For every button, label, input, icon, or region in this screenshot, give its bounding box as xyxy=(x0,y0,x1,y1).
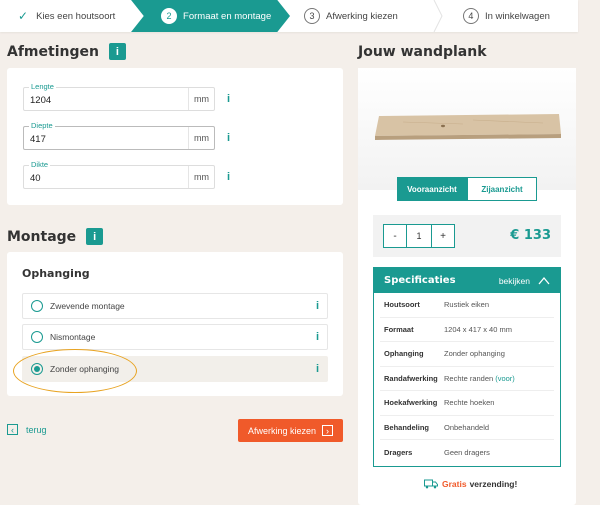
step-label: Formaat en montage xyxy=(183,10,272,22)
step-number: 3 xyxy=(304,8,321,24)
thickness-field[interactable]: Dikte 40 mm xyxy=(23,160,215,189)
chevron-up-icon[interactable] xyxy=(538,276,550,286)
increase-button[interactable]: + xyxy=(431,224,455,248)
dimensions-card: Lengte 1204 mm i Diepte 417 mm i Dikte 4… xyxy=(7,68,343,205)
spec-row: Houtsoort Rustiek eiken xyxy=(380,293,554,318)
back-link[interactable]: ‹ terug xyxy=(7,424,47,435)
spec-key: Randafwerking xyxy=(384,373,438,383)
spec-key: Formaat xyxy=(384,324,414,334)
length-field[interactable]: Lengte 1204 mm xyxy=(23,82,215,111)
spec-row: Randafwerking Rechte randen (voor) xyxy=(380,367,554,391)
front-view-button[interactable]: Vooraanzicht xyxy=(397,177,467,201)
chevron-left-icon: ‹ xyxy=(7,424,18,435)
radio-button[interactable] xyxy=(31,331,43,343)
ophanging-subtitle: Ophanging xyxy=(22,267,90,280)
gratis-label: Gratis xyxy=(442,479,467,489)
step-label: Kies een houtsoort xyxy=(36,10,116,22)
depth-field[interactable]: Diepte 417 mm xyxy=(23,121,215,150)
spec-value: 1204 x 417 x 40 mm xyxy=(444,324,512,334)
option-nismontage[interactable]: Nismontage i xyxy=(22,324,328,350)
spec-value: Rechte hoeken xyxy=(444,398,495,408)
info-icon[interactable]: i xyxy=(86,228,104,245)
length-label: Lengte xyxy=(29,82,56,91)
thickness-value: 40 xyxy=(30,173,41,184)
depth-unit: mm xyxy=(188,127,214,149)
info-icon[interactable]: i xyxy=(108,43,126,60)
decrease-button[interactable]: - xyxy=(383,224,407,248)
side-view-button[interactable]: Zijaanzicht xyxy=(467,177,537,201)
thickness-unit: mm xyxy=(188,166,214,188)
length-info-icon[interactable]: i xyxy=(227,93,230,105)
quantity-stepper: - 1 + xyxy=(383,224,455,248)
specifications-title: Specificaties xyxy=(384,275,456,286)
shipping-label: verzending! xyxy=(469,479,518,489)
spec-row: Formaat 1204 x 417 x 40 mm xyxy=(380,318,554,342)
montage-title: Montage xyxy=(7,228,77,245)
truck-icon xyxy=(424,479,438,489)
price-box: - 1 + € 133 xyxy=(373,215,561,257)
depth-info-icon[interactable]: i xyxy=(227,132,230,144)
quantity-value[interactable]: 1 xyxy=(407,224,431,248)
shelf-image xyxy=(375,114,561,140)
price: € 133 xyxy=(510,228,551,243)
spec-value: Geen dragers xyxy=(444,447,490,457)
spec-row: Behandeling Onbehandeld xyxy=(380,416,554,440)
step-in-winkelwagen[interactable]: 4 In winkelwagen xyxy=(439,0,578,32)
option-label: Nismontage xyxy=(50,332,96,342)
thickness-label: Dikte xyxy=(29,160,51,169)
afmetingen-heading: Afmetingen i xyxy=(7,43,126,60)
progress-stepper: ✓ Kies een houtsoort 2 Formaat en montag… xyxy=(0,0,578,32)
step-number: 2 xyxy=(161,8,178,24)
step-label: In winkelwagen xyxy=(484,10,550,22)
product-preview xyxy=(358,68,576,190)
spec-value: Rustiek eiken xyxy=(444,300,490,310)
option-label: Zwevende montage xyxy=(50,301,125,311)
spec-key: Hoekafwerking xyxy=(384,398,438,408)
toggle-label[interactable]: bekijken xyxy=(499,276,530,286)
step-label: Afwerking kiezen xyxy=(326,10,398,22)
back-label: terug xyxy=(26,424,47,435)
depth-label: Diepte xyxy=(29,121,55,130)
info-icon[interactable]: i xyxy=(316,363,319,375)
chevron-right-icon: › xyxy=(322,425,334,436)
spec-key: Behandeling xyxy=(384,422,430,432)
spec-value: Onbehandeld xyxy=(444,422,490,432)
spec-key: Dragers xyxy=(384,447,413,457)
step-kies-houtsoort[interactable]: ✓ Kies een houtsoort xyxy=(0,0,137,32)
checkmark-icon: ✓ xyxy=(18,9,29,23)
depth-value: 417 xyxy=(30,134,46,145)
spec-key: Houtsoort xyxy=(384,300,420,310)
specifications-panel: Specificaties bekijken Houtsoort Rustiek … xyxy=(373,267,561,467)
product-title: Jouw wandplank xyxy=(358,44,487,60)
step-number: 4 xyxy=(462,8,479,24)
specifications-header[interactable]: Specificaties bekijken xyxy=(374,268,560,293)
thickness-info-icon[interactable]: i xyxy=(227,171,230,183)
spec-note-link[interactable]: (voor) xyxy=(495,374,515,383)
montage-heading: Montage i xyxy=(7,228,104,245)
view-toggle: Vooraanzicht Zijaanzicht xyxy=(397,177,537,201)
step-formaat-montage[interactable]: 2 Formaat en montage xyxy=(131,0,291,32)
highlight-ellipse xyxy=(13,349,137,393)
shipping-note: Gratis verzending! xyxy=(424,479,517,489)
spec-row: Dragers Geen dragers xyxy=(380,440,554,465)
info-icon[interactable]: i xyxy=(316,331,319,343)
info-icon[interactable]: i xyxy=(316,300,319,312)
next-step-button[interactable]: Afwerking kiezen › xyxy=(238,419,343,442)
radio-button[interactable] xyxy=(31,300,43,312)
length-value: 1204 xyxy=(30,95,52,106)
afmetingen-title: Afmetingen xyxy=(7,43,99,60)
next-label: Afwerking kiezen xyxy=(247,425,317,436)
step-afwerking-kiezen[interactable]: 3 Afwerking kiezen xyxy=(290,0,443,32)
length-unit: mm xyxy=(188,88,214,110)
spec-key: Ophanging xyxy=(384,349,424,359)
spec-row: Ophanging Zonder ophanging xyxy=(380,342,554,367)
spec-row: Hoekafwerking Rechte hoeken xyxy=(380,391,554,416)
spec-value: Zonder ophanging xyxy=(444,349,505,359)
spec-value: Rechte randen xyxy=(444,373,494,383)
option-zwevende-montage[interactable]: Zwevende montage i xyxy=(22,293,328,319)
